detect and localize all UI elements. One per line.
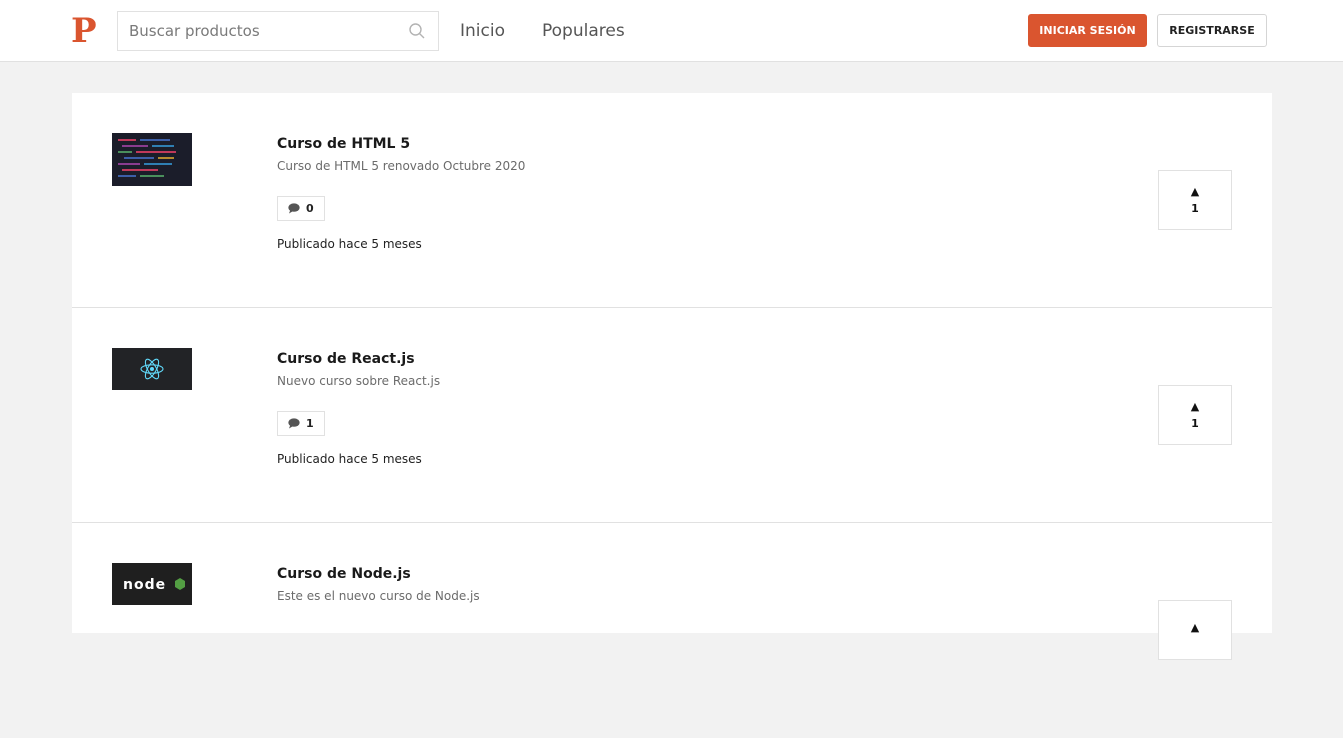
published-time: Publicado hace 5 meses xyxy=(277,452,422,466)
vote-button[interactable]: ▲ 1 xyxy=(1158,385,1232,445)
react-logo-icon xyxy=(112,348,192,390)
product-item: Curso de React.js Nuevo curso sobre Reac… xyxy=(72,308,1272,523)
comment-icon xyxy=(288,203,300,214)
vote-count: 1 xyxy=(1191,202,1199,215)
comment-icon xyxy=(288,418,300,429)
vote-count: 1 xyxy=(1191,417,1199,430)
nav-link-inicio[interactable]: Inicio xyxy=(460,20,505,42)
top-header: P Inicio Populares Iniciar Sesión Regist… xyxy=(0,0,1343,62)
search-icon[interactable] xyxy=(408,22,426,40)
comments-badge[interactable]: 1 xyxy=(277,411,325,436)
svg-text:node: node xyxy=(123,577,166,593)
nav-link-populares[interactable]: Populares xyxy=(542,20,625,42)
code-thumbnail-icon xyxy=(112,133,192,186)
upvote-arrow-icon: ▲ xyxy=(1190,620,1200,634)
product-thumbnail[interactable] xyxy=(112,348,192,390)
product-item: Curso de HTML 5 Curso de HTML 5 renovado… xyxy=(72,93,1272,308)
product-title[interactable]: Curso de React.js xyxy=(277,351,415,367)
search-box[interactable] xyxy=(117,11,439,51)
register-button[interactable]: Registrarse xyxy=(1157,14,1267,47)
login-button[interactable]: Iniciar Sesión xyxy=(1028,14,1147,47)
site-logo[interactable]: P xyxy=(71,12,97,50)
product-title[interactable]: Curso de HTML 5 xyxy=(277,136,410,152)
product-thumbnail[interactable]: node xyxy=(112,563,192,605)
published-time: Publicado hace 5 meses xyxy=(277,237,422,251)
upvote-arrow-icon: ▲ xyxy=(1190,400,1200,413)
product-list: Curso de HTML 5 Curso de HTML 5 renovado… xyxy=(72,93,1272,660)
comments-count: 1 xyxy=(306,417,314,430)
upvote-arrow-icon: ▲ xyxy=(1190,185,1200,198)
product-description: Nuevo curso sobre React.js xyxy=(277,374,441,388)
product-item: node Curso de Node.js Este es el nuevo c… xyxy=(72,523,1272,738)
product-title[interactable]: Curso de Node.js xyxy=(277,566,411,582)
comments-count: 0 xyxy=(306,202,314,215)
product-thumbnail[interactable] xyxy=(112,133,192,186)
comments-badge[interactable]: 0 xyxy=(277,196,325,221)
search-input[interactable] xyxy=(118,12,438,50)
product-description: Curso de HTML 5 renovado Octubre 2020 xyxy=(277,159,526,173)
vote-button[interactable]: ▲ xyxy=(1158,600,1232,660)
node-logo-icon: node xyxy=(112,563,192,605)
product-description: Este es el nuevo curso de Node.js xyxy=(277,589,480,603)
vote-button[interactable]: ▲ 1 xyxy=(1158,170,1232,230)
